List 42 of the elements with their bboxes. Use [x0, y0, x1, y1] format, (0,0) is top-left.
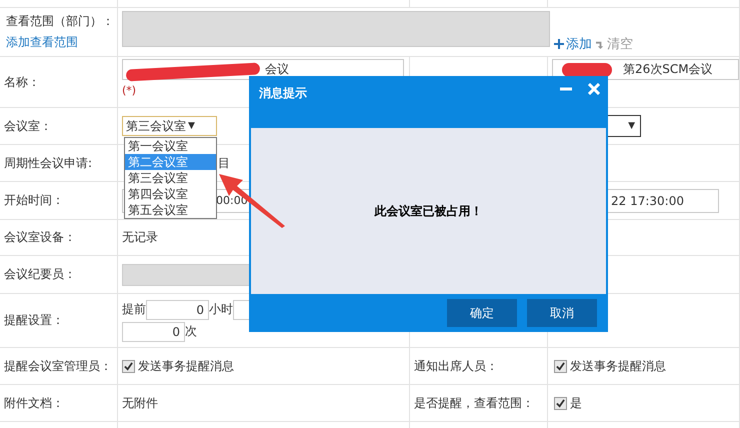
checkbox[interactable] [122, 360, 135, 372]
checkbox-label: 发送事务提醒消息 [138, 358, 234, 374]
times-input[interactable]: 0 [122, 322, 185, 342]
checkbox[interactable] [554, 396, 567, 410]
field-label: 名称： [4, 74, 40, 90]
add-scope-link[interactable]: 添加查看范围 [6, 34, 78, 51]
dialog-button[interactable]: 确定 [447, 299, 517, 327]
unit-text: 次 [185, 323, 197, 340]
checkbox-label: 是 [570, 394, 582, 412]
dialog-title: 消息提示 [259, 85, 307, 102]
field-label: 开始时间： [4, 192, 64, 209]
dropdown-option[interactable]: 第五会议室 [125, 202, 216, 218]
field-label: 周期性会议申请: [4, 154, 92, 172]
field-label: 会议室设备： [4, 229, 76, 246]
checkbox[interactable] [554, 360, 567, 372]
field-label: 是否提醒，查看范围： [414, 394, 534, 412]
unit-text: 小时 [209, 301, 233, 318]
hours-input[interactable]: 0 [146, 300, 209, 320]
attachments-value: 无附件 [122, 394, 158, 412]
unit-text: 提前 [122, 301, 146, 318]
add-link[interactable]: 添加 [554, 35, 592, 53]
field-label: 会议室： [4, 118, 52, 134]
plus-icon [554, 39, 564, 49]
dialog-message: 此会议室已被占用！ [374, 202, 482, 220]
dropdown-option[interactable]: 第四会议室 [125, 186, 216, 202]
arrow-icon [596, 40, 605, 48]
field-label: 通知出席人员： [414, 358, 498, 374]
dropdown-option[interactable]: 第一会议室 [125, 138, 216, 154]
field-label: 提醒设置： [4, 312, 64, 329]
equipment-value: 无记录 [122, 229, 158, 246]
field-label: 附件文档： [4, 394, 64, 412]
dropdown-option[interactable]: 第三会议室 [125, 170, 216, 186]
option-text: 目 [218, 154, 230, 172]
close-icon[interactable] [588, 83, 600, 95]
required-mark: (*) [122, 84, 136, 97]
room-select[interactable]: 第三会议室 ▼ [122, 116, 217, 136]
checkbox-label: 发送事务提醒消息 [570, 358, 666, 374]
field-label: 查看范围（部门）： [6, 13, 114, 30]
field-label: 会议纪要员： [4, 266, 76, 283]
redaction-scribble [562, 63, 612, 77]
field-label: 提醒会议室管理员： [4, 358, 112, 374]
dialog-button[interactable]: 取消 [527, 299, 597, 327]
